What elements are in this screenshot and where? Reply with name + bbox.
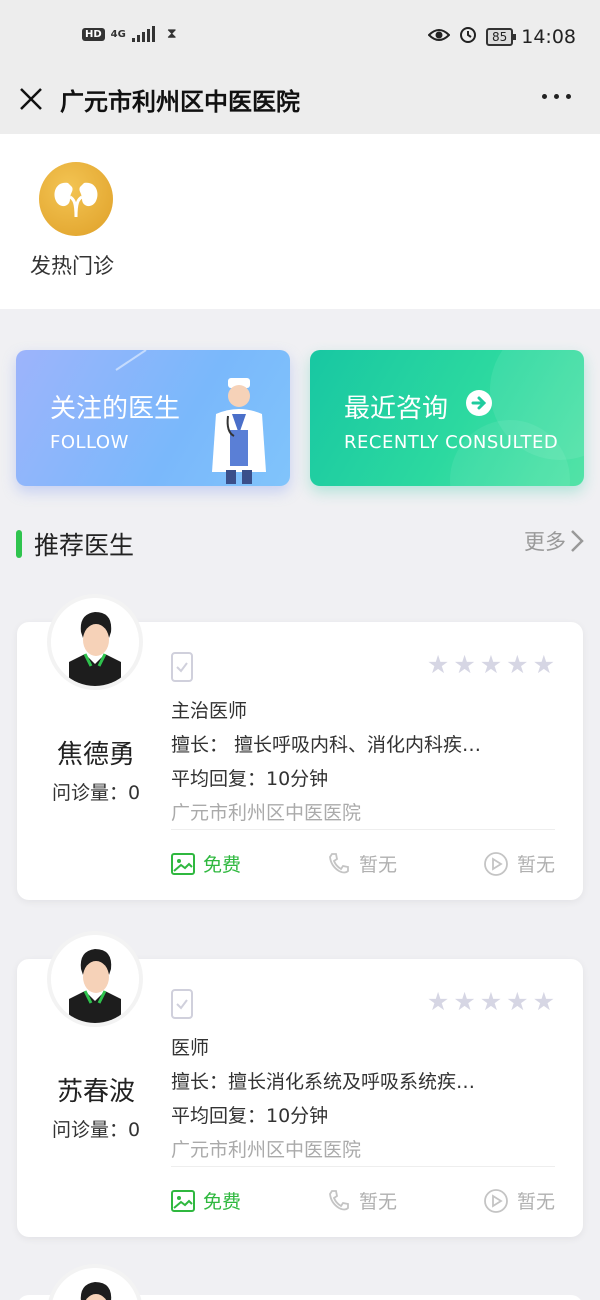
mobile-verified-icon [171, 989, 193, 1019]
image-consult-label: 免费 [203, 1191, 242, 1213]
status-right: 85 14:08 [427, 24, 576, 49]
network-label: 4G [110, 28, 126, 40]
follow-card-title: 关注的医生 [50, 394, 181, 424]
follow-card-subtitle: FOLLOW [50, 432, 129, 453]
image-consult-button[interactable]: 免费 [171, 1187, 241, 1214]
phone-icon [329, 852, 349, 873]
nav-bar: 广元市利州区中医医院 [0, 72, 600, 134]
hospital-name: 广元市利州区中医医院 [171, 802, 362, 824]
doctor-title: 主治医师 [171, 700, 248, 722]
doctor-name: 苏春波 [56, 1077, 135, 1107]
kidney-icon [39, 162, 113, 236]
doctor-illustration [212, 378, 266, 484]
eye-icon [427, 26, 451, 48]
status-bar: HD 4G ⧗ 85 14:08 [0, 0, 600, 72]
video-consult-label: 暂无 [516, 854, 555, 876]
arrow-right-icon [466, 390, 492, 416]
doctor-specialty: 擅长：擅长消化系统及呼吸系统疾… [171, 1071, 476, 1093]
phone-consult-label: 暂无 [359, 854, 398, 876]
light-streak-decoration [115, 350, 147, 371]
section-title: 推荐医生 [34, 531, 135, 560]
more-label: 更多 [524, 530, 566, 554]
more-link[interactable]: 更多 [524, 526, 584, 556]
phone-consult-button[interactable]: 暂无 [327, 850, 397, 877]
doctor-name: 焦德勇 [56, 740, 135, 770]
signal-icon [131, 26, 155, 42]
play-icon [484, 851, 508, 876]
divider [171, 1166, 555, 1167]
consult-count: 问诊量：0 [51, 1119, 141, 1141]
department-grid: 发热门诊 [0, 134, 600, 309]
divider [171, 829, 555, 830]
clock-time: 14:08 [521, 25, 576, 48]
department-label: 发热门诊 [30, 254, 114, 278]
rating-stars: ★ ★ ★ ★ ★ [426, 650, 555, 679]
image-consult-button[interactable]: 免费 [171, 850, 241, 877]
hospital-name: 广元市利州区中医医院 [171, 1139, 362, 1161]
video-consult-button[interactable]: 暂无 [483, 850, 555, 877]
doctor-avatar [51, 598, 139, 686]
status-left: HD 4G ⧗ [82, 26, 177, 42]
video-consult-label: 暂无 [516, 1191, 555, 1213]
doctor-avatar [51, 935, 139, 1023]
follow-doctors-card[interactable]: 关注的医生 FOLLOW [16, 350, 290, 486]
wave-decoration [450, 350, 584, 486]
recent-card-title: 最近咨询 [344, 394, 449, 424]
image-consult-label: 免费 [203, 854, 242, 876]
page-title: 广元市利州区中医医院 [60, 88, 300, 116]
close-button[interactable] [16, 84, 46, 114]
hourglass-icon: ⧗ [166, 26, 177, 42]
recent-consult-card[interactable]: 最近咨询 RECENTLY CONSULTED [310, 350, 584, 486]
rating-stars: ★ ★ ★ ★ ★ [426, 987, 555, 1016]
video-consult-button[interactable]: 暂无 [483, 1187, 555, 1214]
close-icon [20, 88, 42, 110]
doctor-avatar [51, 1268, 139, 1300]
chevron-right-icon [571, 530, 584, 552]
doctor-specialty: 擅长： 擅长呼吸内科、消化内科疾… [171, 734, 482, 756]
image-icon [171, 1189, 195, 1212]
battery-icon: 85 [485, 27, 517, 46]
avg-reply-time: 平均回复：10分钟 [171, 768, 329, 790]
section-accent-bar [16, 530, 22, 558]
avg-reply-time: 平均回复：10分钟 [171, 1105, 329, 1127]
mobile-verified-icon [171, 652, 193, 682]
phone-consult-label: 暂无 [359, 1191, 398, 1213]
image-icon [171, 852, 195, 875]
doctor-title: 医师 [171, 1037, 210, 1059]
hd-badge: HD [82, 27, 105, 41]
phone-icon [329, 1189, 349, 1210]
play-icon [484, 1188, 508, 1213]
phone-consult-button[interactable]: 暂无 [327, 1187, 397, 1214]
alarm-icon [458, 24, 478, 49]
consult-count: 问诊量：0 [51, 782, 141, 804]
recent-card-subtitle: RECENTLY CONSULTED [344, 432, 559, 453]
more-menu-button[interactable] [542, 94, 574, 104]
department-item-fever-clinic[interactable]: 发热门诊 [26, 162, 126, 280]
